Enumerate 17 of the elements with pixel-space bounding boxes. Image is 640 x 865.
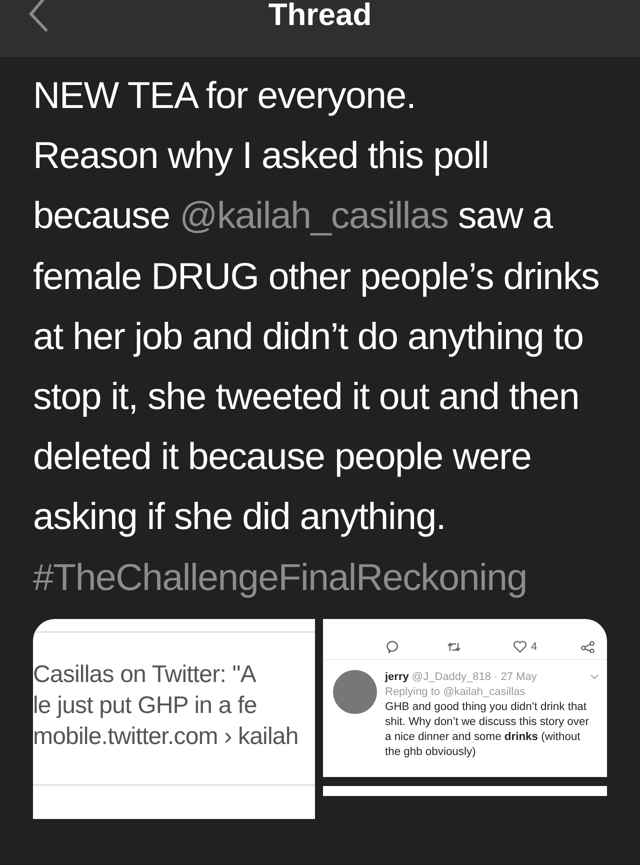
reply-icon[interactable] <box>385 640 399 654</box>
share-icon[interactable] <box>581 640 596 653</box>
tweet-author: jerry @J_Daddy_818 · 27 May <box>385 670 537 685</box>
replying-to: Replying to @kailah_casillas <box>385 684 526 700</box>
preview-title: le just put GHP in a fe <box>33 690 258 721</box>
retweet-icon[interactable] <box>447 640 461 653</box>
like-count: 4 <box>531 640 538 653</box>
avatar <box>333 670 377 714</box>
post-text: NEW TEA for everyone. Reason why I asked this poll because @kailah_casillas saw a female DRUG other people’s drinks at her job and didn’t do anything to stop it, she tweeted it out and then deleted it because people were asking if she did anything. <box>33 73 600 540</box>
back-icon[interactable] <box>27 0 49 32</box>
mention-link[interactable]: @kailah_casillas <box>180 194 448 236</box>
window-title: Thread <box>268 0 372 30</box>
tweet-text: GHB and good thing you didn’t drink that shit. Why don’t we discuss this story over a nice dinner and some drinks (without the ghb obviously) <box>385 700 590 760</box>
preview-title: Casillas on Twitter: "A <box>33 660 258 690</box>
preview-domain: mobile.twitter.com › kailah <box>33 722 300 752</box>
heart-icon[interactable] <box>513 640 527 654</box>
hashtag-link[interactable]: #TheChallengeFinalReckoning <box>33 546 610 607</box>
